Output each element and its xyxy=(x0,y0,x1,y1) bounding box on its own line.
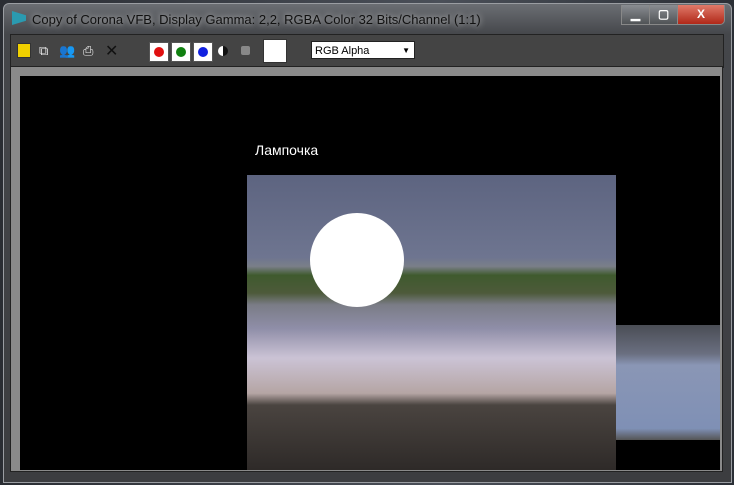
alpha-channel-icon[interactable] xyxy=(218,46,228,56)
green-channel-button[interactable] xyxy=(171,42,191,62)
monochrome-icon[interactable] xyxy=(241,46,250,55)
app-icon xyxy=(12,11,26,25)
rendered-image xyxy=(247,175,616,470)
print-icon[interactable]: ⎙ xyxy=(83,43,93,59)
clone-icon[interactable]: 👥 xyxy=(59,43,75,59)
toolbar: ⧉ 👥 ⎙ ✕ RGB Alpha ▼ xyxy=(10,34,724,68)
channel-select[interactable]: RGB Alpha ▼ xyxy=(311,41,415,59)
save-icon[interactable] xyxy=(17,43,31,58)
channel-select-value: RGB Alpha xyxy=(315,45,370,57)
color-swatch[interactable] xyxy=(263,39,287,63)
close-button[interactable]: X xyxy=(677,5,725,25)
copy-icon[interactable]: ⧉ xyxy=(39,43,48,59)
rendered-image-fragment xyxy=(616,325,720,440)
chevron-down-icon: ▼ xyxy=(402,46,410,55)
light-bulb-disc xyxy=(310,213,404,307)
red-dot-icon xyxy=(154,47,164,57)
clear-icon[interactable]: ✕ xyxy=(105,41,118,61)
green-dot-icon xyxy=(176,47,186,57)
render-viewport: Лампочка xyxy=(20,76,720,470)
minimize-button[interactable]: ▁ xyxy=(621,5,650,25)
blue-dot-icon xyxy=(198,47,208,57)
maximize-button[interactable]: ▢ xyxy=(649,5,678,25)
blue-channel-button[interactable] xyxy=(193,42,213,62)
red-channel-button[interactable] xyxy=(149,42,169,62)
render-label: Лампочка xyxy=(255,142,319,158)
window-title: Copy of Corona VFB, Display Gamma: 2,2, … xyxy=(32,12,481,27)
